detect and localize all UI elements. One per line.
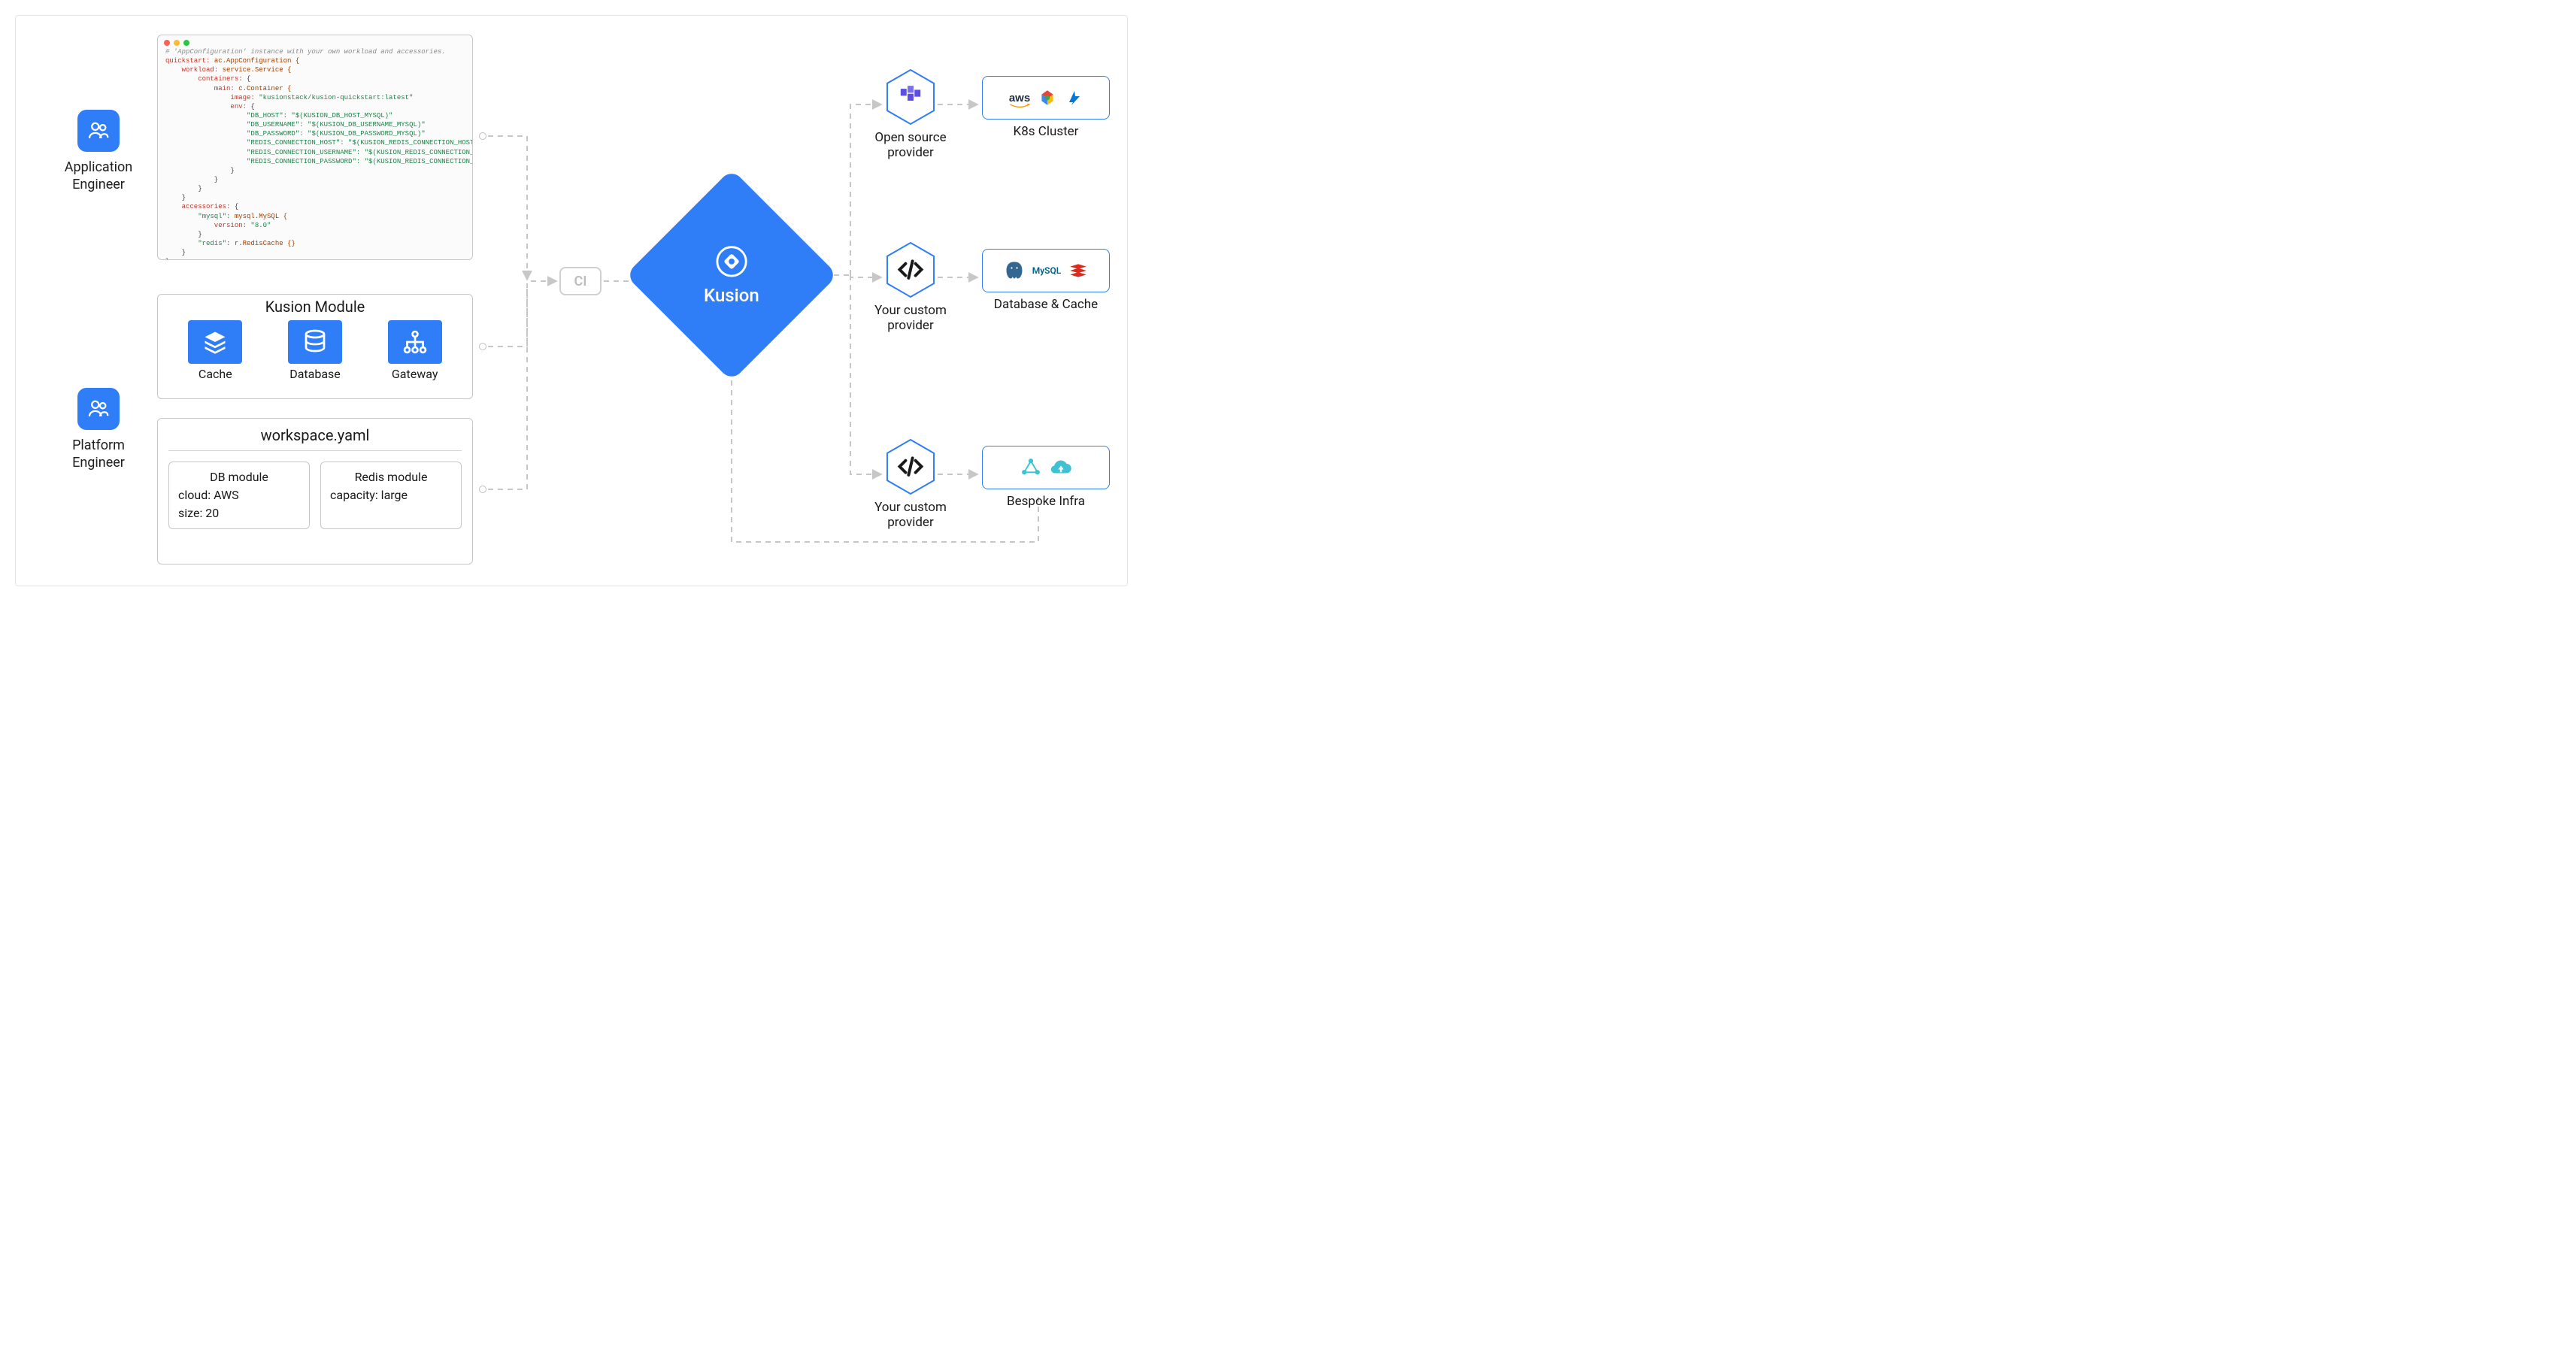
kusion-module-box: Kusion Module Cache Database Gateway <box>157 294 473 399</box>
module-item-cache: Cache <box>188 320 242 381</box>
diagram-canvas: Application Engineer Platform Engineer #… <box>15 15 1128 586</box>
ci-node: CI <box>559 267 602 295</box>
persona-platform-engineer: Platform Engineer <box>46 388 151 471</box>
persona-label: Platform Engineer <box>46 437 151 471</box>
code-content: # 'AppConfiguration' instance with your … <box>158 47 472 260</box>
redis-logo-icon <box>1068 261 1088 280</box>
code-window: # 'AppConfiguration' instance with your … <box>157 35 473 260</box>
terraform-icon <box>886 68 935 126</box>
provider-custom-db: Your custom provider <box>862 241 959 334</box>
cloud-upload-icon <box>1050 456 1072 479</box>
users-icon <box>77 388 120 430</box>
code-icon <box>886 438 935 495</box>
target-k8s-cluster: aws K8s Cluster <box>982 76 1110 139</box>
workspace-redis-module: Redis module capacity: large <box>320 462 462 529</box>
module-item-database: Database <box>288 320 342 381</box>
maximize-icon <box>183 40 189 46</box>
sitemap-icon <box>388 320 442 364</box>
mysql-logo-icon: MySQL <box>1032 265 1062 276</box>
module-item-gateway: Gateway <box>388 320 442 381</box>
kusion-logo-icon <box>714 244 749 279</box>
aws-logo-icon: aws <box>1009 92 1030 104</box>
provider-custom-bespoke: Your custom provider <box>862 438 959 531</box>
provider-open-source: Open source provider <box>862 68 959 161</box>
gcp-logo-icon <box>1038 88 1057 107</box>
module-title: Kusion Module <box>165 298 465 316</box>
workspace-yaml-box: workspace.yaml DB module cloud: AWS size… <box>157 418 473 564</box>
window-traffic-lights <box>158 35 472 47</box>
connector-node <box>479 343 486 350</box>
workspace-title: workspace.yaml <box>168 426 462 451</box>
close-icon <box>164 40 170 46</box>
azure-logo-icon <box>1065 89 1083 107</box>
connector-node <box>479 132 486 140</box>
postgresql-logo-icon <box>1004 260 1025 281</box>
users-icon <box>77 110 120 152</box>
kusion-node: Kusion <box>656 200 807 350</box>
target-database-cache: MySQL Database & Cache <box>982 249 1110 312</box>
code-icon <box>886 241 935 298</box>
workspace-db-module: DB module cloud: AWS size: 20 <box>168 462 310 529</box>
minimize-icon <box>174 40 180 46</box>
persona-label: Application Engineer <box>46 159 151 193</box>
connector-node <box>479 486 486 493</box>
target-bespoke-infra: Bespoke Infra <box>982 446 1110 509</box>
database-icon <box>288 320 342 364</box>
layers-icon <box>188 320 242 364</box>
network-icon <box>1020 456 1042 479</box>
persona-application-engineer: Application Engineer <box>46 110 151 193</box>
